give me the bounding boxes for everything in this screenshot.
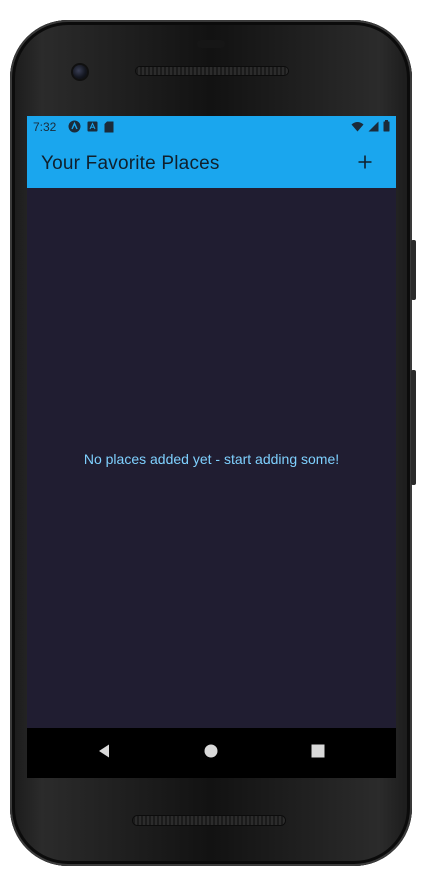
cell-signal-icon [368, 121, 379, 135]
recents-icon [311, 744, 325, 763]
status-left-icons [68, 120, 114, 136]
places-list-area: No places added yet - start adding some! [27, 188, 396, 728]
nav-home-button[interactable] [198, 740, 224, 766]
earpiece-speaker [136, 67, 288, 75]
app-bar: Your Favorite Places [27, 139, 396, 188]
home-icon [204, 744, 218, 763]
power-button [411, 240, 416, 300]
volume-buttons [411, 370, 416, 485]
navigation-bar [27, 728, 396, 778]
front-camera [73, 65, 87, 79]
android-studio-icon [68, 120, 81, 136]
status-bar: 7:32 [27, 116, 396, 139]
status-time: 7:32 [33, 120, 57, 134]
status-right-icons [351, 120, 390, 135]
nav-recents-button[interactable] [305, 740, 331, 766]
sd-card-icon [104, 121, 114, 136]
battery-icon [383, 120, 390, 135]
empty-state-message: No places added yet - start adding some! [83, 451, 340, 467]
nav-back-button[interactable] [91, 740, 117, 766]
page-title: Your Favorite Places [41, 153, 220, 174]
add-place-button[interactable] [352, 151, 378, 177]
back-icon [97, 743, 111, 764]
phone-screen: 7:32 Your Favorite Places No places adde… [27, 116, 396, 778]
top-sensor [197, 40, 225, 48]
a-box-icon [87, 121, 98, 135]
wifi-icon [351, 121, 364, 135]
plus-icon [357, 154, 373, 175]
bottom-speaker [133, 816, 285, 825]
